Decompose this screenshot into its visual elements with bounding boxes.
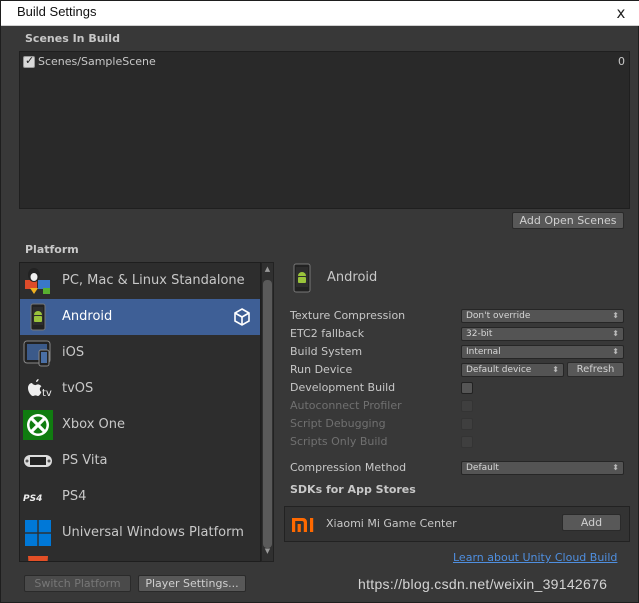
run-device-label: Run Device: [290, 363, 353, 376]
scenes-in-build-header: Scenes In Build: [25, 32, 120, 45]
watermark-text: https://blog.csdn.net/weixin_39142676: [358, 576, 608, 592]
scenes-list[interactable]: Scenes/SampleScene 0: [19, 51, 630, 209]
platform-item-ios[interactable]: iOS: [20, 335, 260, 371]
compression-method-label: Compression Method: [290, 461, 407, 474]
title-bar: Build Settings x: [1, 1, 639, 26]
platform-item-xbox-one[interactable]: Xbox One: [20, 407, 260, 443]
window-title: Build Settings: [17, 4, 97, 19]
cloud-build-link[interactable]: Learn about Unity Cloud Build: [453, 551, 617, 564]
scene-path: Scenes/SampleScene: [38, 55, 156, 68]
dropdown-value: Default: [466, 463, 499, 473]
add-open-scenes-button[interactable]: Add Open Scenes: [512, 212, 624, 229]
platform-item-label: tvOS: [62, 381, 94, 396]
development-build-checkbox[interactable]: [461, 382, 473, 394]
script-debugging-label: Script Debugging: [290, 417, 386, 430]
close-icon[interactable]: x: [612, 5, 630, 23]
xiaomi-mi-icon: [292, 518, 314, 532]
scrollbar-thumb[interactable]: [263, 280, 272, 548]
etc2-fallback-label: ETC2 fallback: [290, 327, 365, 340]
build-system-label: Build System: [290, 345, 363, 358]
run-device-dropdown[interactable]: Default device ⬍: [461, 363, 564, 377]
xbox-icon: [23, 410, 53, 440]
selected-platform-title: Android: [327, 270, 378, 285]
platform-item-label: PC, Mac & Linux Standalone: [62, 273, 245, 288]
dropdown-arrow-icon: ⬍: [612, 347, 619, 356]
ios-icon: [23, 340, 51, 367]
platform-item-android[interactable]: Android: [20, 299, 260, 335]
autoconnect-profiler-label: Autoconnect Profiler: [290, 399, 402, 412]
dropdown-value: Default device: [466, 365, 532, 375]
refresh-button[interactable]: Refresh: [567, 362, 624, 377]
platform-item-webgl[interactable]: [20, 551, 260, 561]
dropdown-arrow-icon: ⬍: [612, 311, 619, 320]
build-system-dropdown[interactable]: Internal ⬍: [461, 345, 624, 359]
scripts-only-build-checkbox[interactable]: [461, 436, 473, 448]
dropdown-value: Internal: [466, 347, 501, 357]
sdks-header: SDKs for App Stores: [290, 483, 416, 496]
platform-item-label: Xbox One: [62, 417, 126, 432]
platform-item-ps4[interactable]: PS4 PS4: [20, 479, 260, 515]
sdk-row-xiaomi: Xiaomi Mi Game Center Add: [284, 506, 630, 542]
scripts-only-build-label: Scripts Only Build: [290, 435, 388, 448]
script-debugging-checkbox[interactable]: [461, 418, 473, 430]
platform-item-uwp[interactable]: Universal Windows Platform: [20, 515, 260, 551]
scroll-down-icon[interactable]: ▼: [263, 547, 272, 559]
windows-icon: [25, 520, 51, 546]
platform-item-label: Android: [62, 309, 113, 324]
etc2-fallback-dropdown[interactable]: 32-bit ⬍: [461, 327, 624, 341]
html5-icon: [28, 556, 48, 561]
dropdown-arrow-icon: ⬍: [612, 463, 619, 472]
platform-list-scrollbar[interactable]: ▲ ▼: [261, 262, 274, 562]
platform-item-label: PS4: [62, 489, 87, 504]
pc-mac-linux-icon: [25, 268, 50, 294]
platform-item-label: iOS: [62, 345, 85, 360]
dropdown-arrow-icon: ⬍: [612, 329, 619, 338]
dropdown-value: Don't override: [466, 311, 531, 321]
ps-vita-icon: [24, 455, 52, 467]
development-build-label: Development Build: [290, 381, 396, 394]
ps4-icon: PS4: [23, 494, 42, 504]
texture-compression-label: Texture Compression: [290, 309, 406, 322]
platform-header: Platform: [25, 243, 79, 256]
platform-item-ps-vita[interactable]: PS Vita: [20, 443, 260, 479]
svg-text:PS4: PS4: [23, 494, 42, 504]
dropdown-value: 32-bit: [466, 329, 493, 339]
autoconnect-profiler-checkbox[interactable]: [461, 400, 473, 412]
player-settings-button[interactable]: Player Settings...: [138, 575, 246, 592]
platform-list: PC, Mac & Linux Standalone Android iOS t…: [19, 262, 261, 562]
build-settings-window: Build Settings x Scenes In Build Scenes/…: [0, 0, 639, 603]
platform-item-label: PS Vita: [62, 453, 108, 468]
android-header-icon: [293, 263, 311, 293]
sdk-name: Xiaomi Mi Game Center: [326, 517, 457, 530]
tvos-icon: tv: [28, 379, 52, 399]
scene-index: 0: [618, 55, 625, 68]
texture-compression-dropdown[interactable]: Don't override ⬍: [461, 309, 624, 323]
compression-method-dropdown[interactable]: Default ⬍: [461, 461, 624, 475]
platform-item-tvos[interactable]: tv tvOS: [20, 371, 260, 407]
platform-item-label: Universal Windows Platform: [62, 525, 244, 540]
android-icon: [30, 303, 46, 331]
scroll-up-icon[interactable]: ▲: [263, 265, 272, 277]
unity-logo-icon: [234, 308, 250, 326]
svg-text:tv: tv: [42, 388, 52, 399]
switch-platform-button[interactable]: Switch Platform: [24, 575, 131, 592]
scene-row[interactable]: Scenes/SampleScene 0: [22, 54, 627, 70]
platform-item-standalone[interactable]: PC, Mac & Linux Standalone: [20, 263, 260, 299]
scene-include-checkbox[interactable]: [23, 54, 35, 68]
dropdown-arrow-icon: ⬍: [552, 365, 559, 374]
add-sdk-button[interactable]: Add: [562, 514, 621, 531]
